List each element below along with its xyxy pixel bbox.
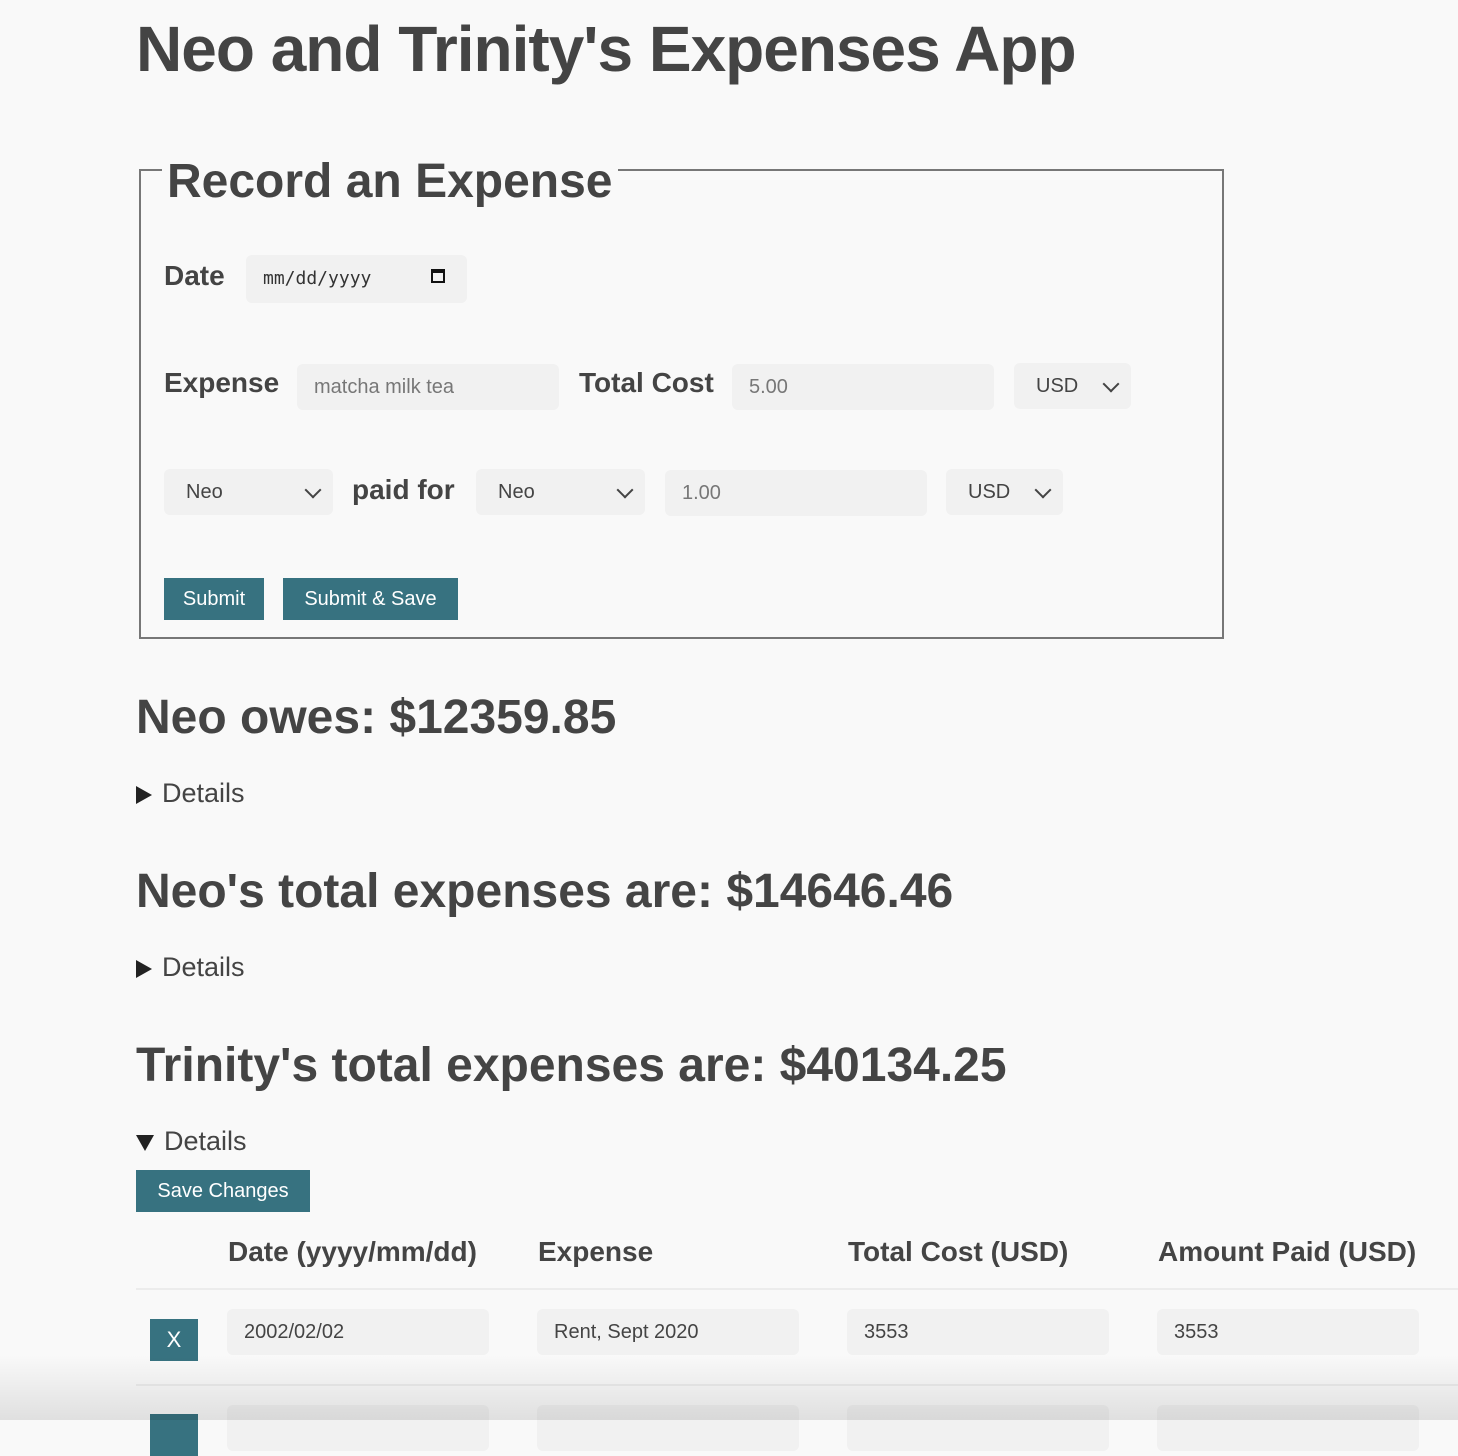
details-toggle-trinity[interactable]: Details [136, 1126, 247, 1157]
paid-for-label: paid for [352, 474, 455, 505]
currency-select-total[interactable]: USD [1014, 363, 1131, 409]
payer-value: Neo [186, 481, 223, 503]
form-legend: Record an Expense [162, 154, 618, 209]
amount-paid-cell-input[interactable]: 3553 [1157, 1309, 1419, 1355]
date-cell-input[interactable] [227, 1405, 489, 1451]
details-label: Details [164, 1126, 247, 1156]
details-label: Details [162, 952, 245, 982]
caret-down-icon [136, 1134, 154, 1151]
chevron-down-icon [1034, 481, 1052, 499]
caret-right-icon [136, 785, 152, 804]
total-cost-cell-input[interactable] [847, 1405, 1109, 1451]
chevron-down-icon [1102, 375, 1120, 393]
total-cost-input[interactable]: 5.00 [732, 364, 994, 410]
total-cost-label: Total Cost [579, 367, 714, 398]
expense-label: Expense [164, 367, 280, 398]
details-toggle-owes[interactable]: Details [136, 778, 245, 809]
trinity-expenses-heading: Trinity's total expenses are: $40134.25 [136, 1039, 1007, 1092]
neo-owes-heading: Neo owes: $12359.85 [136, 691, 617, 744]
column-header-total-cost: Total Cost (USD) [848, 1236, 1069, 1267]
expense-cell-input[interactable]: Rent, Sept 2020 [537, 1309, 799, 1355]
payer-select[interactable]: Neo [164, 469, 333, 515]
column-header-amount-paid: Amount Paid (USD) [1158, 1236, 1417, 1267]
date-input[interactable]: mm/dd/yyyy [246, 255, 467, 303]
save-changes-button[interactable]: Save Changes [136, 1170, 310, 1212]
details-label: Details [162, 778, 245, 808]
neo-expenses-heading: Neo's total expenses are: $14646.46 [136, 865, 954, 918]
currency-value: USD [968, 481, 1011, 503]
column-header-date: Date (yyyy/mm/dd) [228, 1236, 477, 1267]
delete-row-button[interactable] [150, 1414, 198, 1456]
amount-input[interactable]: 1.00 [665, 470, 927, 516]
chevron-down-icon [304, 481, 322, 499]
page-title: Neo and Trinity's Expenses App [136, 13, 1077, 85]
row-divider [136, 1384, 1458, 1386]
currency-select-amount[interactable]: USD [946, 469, 1063, 515]
calendar-icon[interactable] [431, 269, 445, 283]
expense-cell-input[interactable] [537, 1405, 799, 1451]
currency-value: USD [1036, 375, 1079, 397]
payee-value: Neo [498, 481, 535, 503]
amount-paid-cell-input[interactable] [1157, 1405, 1419, 1451]
date-label: Date [164, 260, 225, 291]
total-cost-cell-input[interactable]: 3553 [847, 1309, 1109, 1355]
date-placeholder: mm/dd/yyyy [263, 268, 372, 289]
submit-save-button[interactable]: Submit & Save [283, 578, 458, 620]
expense-input[interactable]: matcha milk tea [297, 364, 559, 410]
caret-right-icon [136, 959, 152, 978]
submit-button[interactable]: Submit [164, 578, 264, 620]
details-toggle-neo[interactable]: Details [136, 952, 245, 983]
delete-row-button[interactable]: X [150, 1319, 198, 1361]
chevron-down-icon [616, 481, 634, 499]
payee-select[interactable]: Neo [476, 469, 645, 515]
row-divider [136, 1288, 1458, 1290]
column-header-expense: Expense [538, 1236, 654, 1267]
date-cell-input[interactable]: 2002/02/02 [227, 1309, 489, 1355]
